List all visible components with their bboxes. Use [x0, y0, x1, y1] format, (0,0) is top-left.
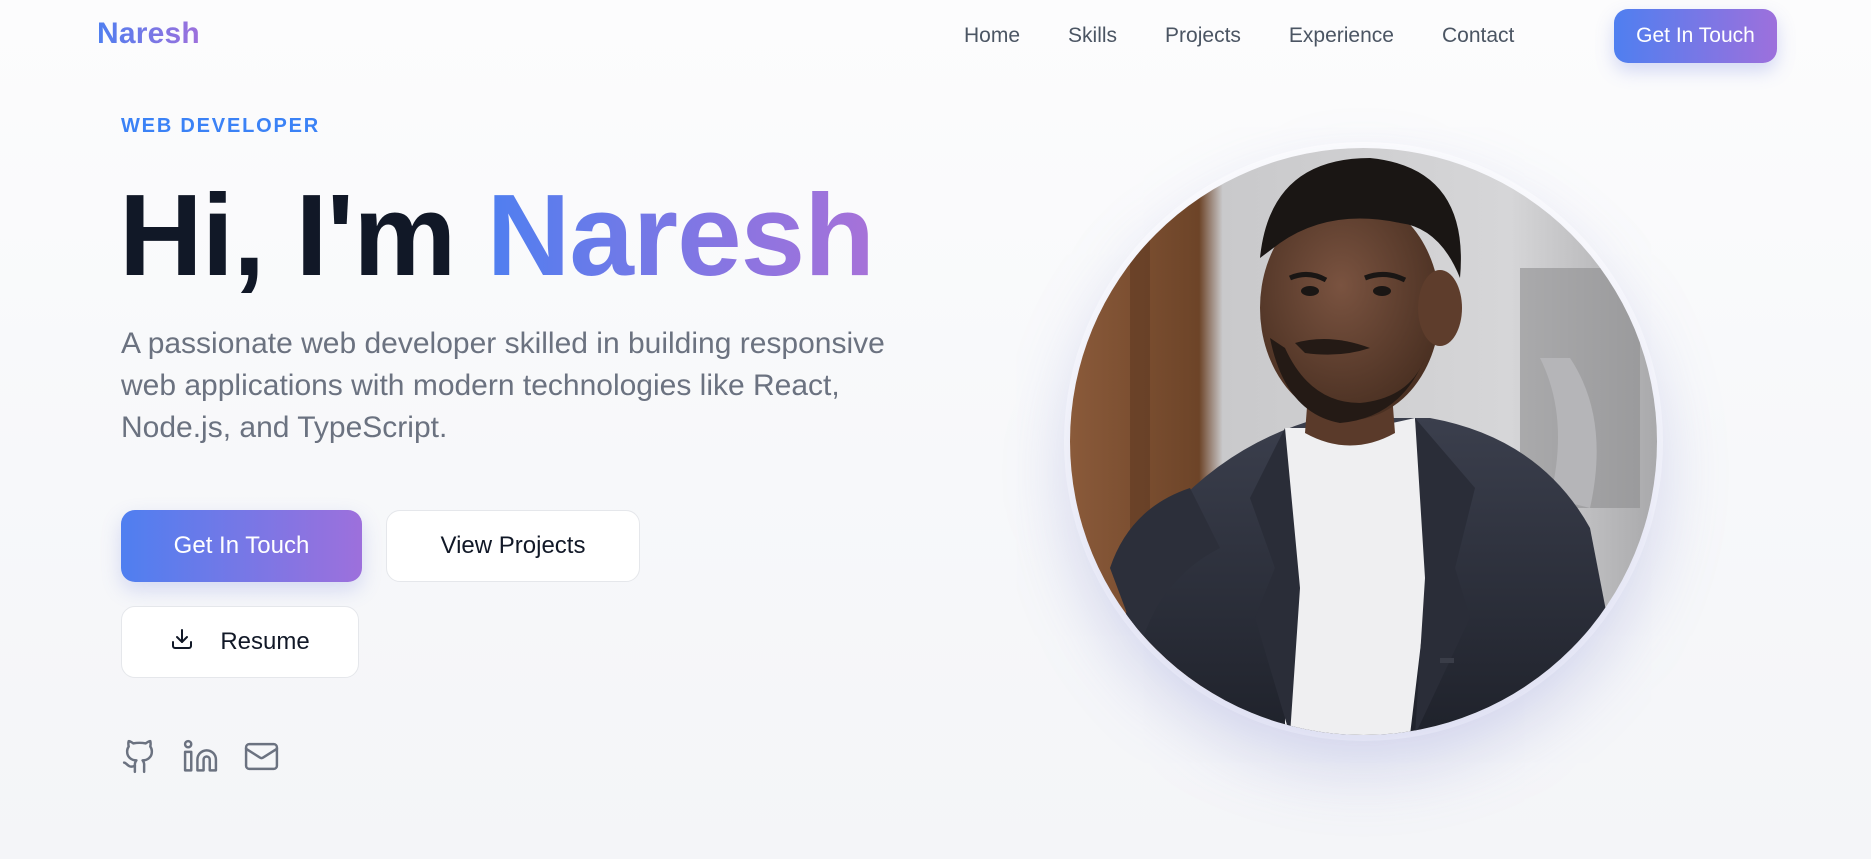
view-projects-button[interactable]: View Projects	[386, 510, 640, 582]
nav-link-home[interactable]: Home	[964, 22, 1020, 50]
hero-eyebrow: WEB DEVELOPER	[121, 115, 320, 137]
social-links	[121, 738, 280, 775]
hero-title-prefix: Hi, I'm	[119, 170, 487, 300]
brand-logo[interactable]: Naresh	[97, 17, 200, 51]
mail-icon[interactable]	[243, 738, 280, 775]
resume-button[interactable]: Resume	[121, 606, 359, 678]
nav-link-projects[interactable]: Projects	[1165, 22, 1241, 50]
nav-link-contact[interactable]: Contact	[1442, 22, 1514, 50]
hero-description: A passionate web developer skilled in bu…	[121, 327, 885, 444]
github-icon[interactable]	[121, 738, 158, 775]
profile-photo	[1070, 148, 1657, 735]
nav-get-in-touch-button[interactable]: Get In Touch	[1614, 9, 1777, 63]
top-nav: Naresh Home Skills Projects Experience C…	[0, 0, 1871, 72]
nav-links: Home Skills Projects Experience Contact	[964, 22, 1514, 50]
hero-title-name: Naresh	[486, 170, 875, 300]
get-in-touch-button[interactable]: Get In Touch	[121, 510, 362, 582]
nav-link-skills[interactable]: Skills	[1068, 22, 1117, 50]
page: Naresh Home Skills Projects Experience C…	[0, 0, 1871, 859]
linkedin-icon[interactable]	[182, 738, 219, 775]
download-icon	[170, 627, 194, 658]
resume-button-label: Resume	[220, 628, 310, 655]
nav-link-experience[interactable]: Experience	[1289, 22, 1394, 50]
hero-title: Hi, I'm Naresh	[119, 170, 875, 300]
